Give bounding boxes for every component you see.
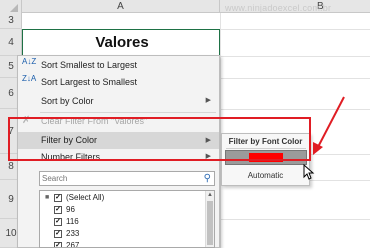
- expander-icon: ■: [45, 194, 50, 201]
- list-item[interactable]: ✓ 233: [40, 228, 205, 240]
- list-item-select-all[interactable]: ■ ✓ (Select All): [40, 192, 205, 204]
- row-header-4[interactable]: 4: [0, 29, 22, 56]
- checkbox-checked-icon[interactable]: ✓: [54, 218, 62, 226]
- watermark-text: www.ninjadoexcel.com.br: [225, 3, 332, 13]
- search-box[interactable]: ⚲: [39, 171, 215, 186]
- list-item-label: 116: [66, 217, 79, 226]
- scroll-up-arrow-icon[interactable]: ▲: [206, 191, 214, 199]
- values-checklist: ■ ✓ (Select All) ✓ 96 ✓ 116 ✓ 233 ✓ 267 …: [39, 190, 215, 248]
- list-item[interactable]: ✓ 116: [40, 216, 205, 228]
- checkbox-checked-icon[interactable]: ✓: [54, 194, 62, 202]
- list-scrollbar[interactable]: ▲: [205, 191, 214, 247]
- menu-item-label: Sort by Color: [41, 96, 94, 106]
- automatic-option[interactable]: Automatic: [222, 171, 309, 180]
- list-item[interactable]: ✓ 96: [40, 204, 205, 216]
- annotation-highlight-box: [8, 117, 311, 161]
- sort-asc-icon: A↓Z: [22, 57, 37, 66]
- menu-item-label: Sort Smallest to Largest: [41, 60, 138, 70]
- search-input[interactable]: [42, 173, 192, 184]
- column-header-a[interactable]: A: [22, 0, 220, 13]
- header-cell-valores[interactable]: Valores: [22, 29, 220, 56]
- search-icon: ⚲: [203, 173, 211, 184]
- checkbox-checked-icon[interactable]: ✓: [54, 242, 62, 247]
- submenu-arrow-icon: ▶: [205, 97, 211, 104]
- menu-item-label: Sort Largest to Smallest: [41, 77, 138, 87]
- header-cell-text: Valores: [95, 34, 149, 51]
- scrollbar-thumb[interactable]: [207, 201, 213, 245]
- select-all-corner[interactable]: [0, 0, 22, 13]
- checkbox-checked-icon[interactable]: ✓: [54, 230, 62, 238]
- menu-item-sort-ascending[interactable]: A↓Z Sort Smallest to Largest: [18, 57, 219, 73]
- mouse-cursor-icon: [303, 164, 315, 180]
- list-item-label: 233: [66, 229, 80, 238]
- sort-desc-icon: Z↓A: [22, 74, 37, 83]
- checkbox-checked-icon[interactable]: ✓: [54, 206, 62, 214]
- list-item-label: 96: [66, 205, 75, 214]
- list-item-label: (Select All): [66, 193, 105, 202]
- corner-triangle-icon: [10, 4, 18, 12]
- list-item-label: 267: [66, 241, 80, 248]
- menu-item-sort-descending[interactable]: Z↓A Sort Largest to Smallest: [18, 74, 219, 90]
- row-header-3[interactable]: 3: [0, 13, 22, 29]
- list-item[interactable]: ✓ 267: [40, 240, 205, 248]
- menu-item-sort-by-color[interactable]: Sort by Color ▶: [18, 93, 219, 109]
